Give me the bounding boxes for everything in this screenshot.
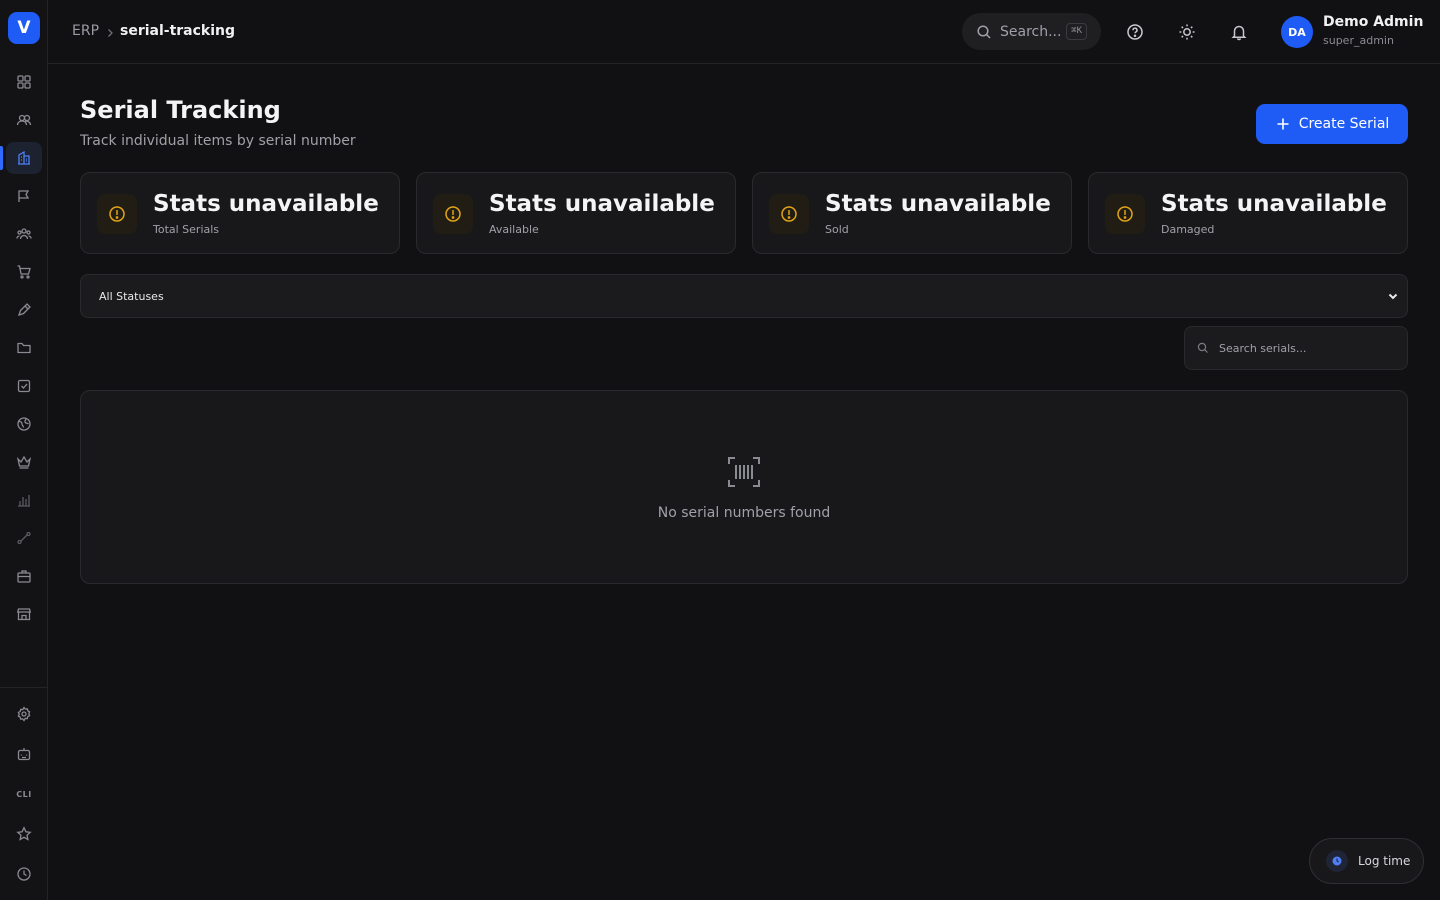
route-icon bbox=[17, 531, 31, 545]
sidebar-item-users[interactable] bbox=[6, 104, 42, 136]
sidebar-item-favorites[interactable] bbox=[6, 818, 42, 850]
stat-card-available: Stats unavailable Available bbox=[416, 172, 736, 254]
users-icon bbox=[16, 114, 32, 126]
sidebar-item-crown[interactable] bbox=[6, 446, 42, 478]
bell-icon bbox=[1231, 25, 1247, 41]
serials-empty-panel: No serial numbers found bbox=[80, 390, 1408, 584]
alert-circle-icon bbox=[1105, 194, 1145, 234]
search-icon bbox=[977, 24, 991, 39]
team-icon bbox=[16, 228, 32, 240]
alert-circle-icon bbox=[97, 194, 137, 234]
stat-card-total: Stats unavailable Total Serials bbox=[80, 172, 400, 254]
sun-icon bbox=[1179, 24, 1195, 40]
sidebar-item-settings[interactable] bbox=[6, 698, 42, 730]
search-shortcut: ⌘K bbox=[1066, 23, 1087, 40]
search-icon bbox=[1197, 342, 1208, 353]
sidebar-item-analytics[interactable] bbox=[6, 484, 42, 516]
sidebar-item-history[interactable] bbox=[6, 858, 42, 890]
global-search-label: Search... bbox=[1000, 23, 1062, 40]
stat-value: Stats unavailable bbox=[1161, 191, 1387, 217]
chevron-right-icon bbox=[104, 24, 116, 43]
serial-search-field[interactable] bbox=[1184, 326, 1408, 370]
log-time-label: Log time bbox=[1358, 854, 1411, 868]
alert-circle-icon bbox=[769, 194, 809, 234]
sidebar: V CLI bbox=[0, 0, 48, 900]
sidebar-item-store[interactable] bbox=[6, 598, 42, 630]
robot-icon bbox=[17, 748, 31, 761]
sidebar-item-folder[interactable] bbox=[6, 332, 42, 364]
buildings-icon bbox=[18, 150, 30, 165]
sidebar-item-flag[interactable] bbox=[6, 180, 42, 212]
alert-circle-icon bbox=[433, 194, 473, 234]
dashboard-icon bbox=[17, 75, 31, 89]
plus-icon bbox=[1277, 118, 1289, 130]
sidebar-item-route[interactable] bbox=[6, 522, 42, 554]
stat-value: Stats unavailable bbox=[153, 191, 379, 217]
settings-icon bbox=[17, 706, 31, 722]
stat-value: Stats unavailable bbox=[489, 191, 715, 217]
breadcrumb-root[interactable]: ERP bbox=[72, 23, 99, 39]
topbar: ERP serial-tracking Search... ⌘K DA Demo… bbox=[48, 0, 1440, 64]
barcode-icon bbox=[726, 454, 762, 494]
status-filter-select[interactable]: All Statuses bbox=[80, 274, 1408, 318]
help-button[interactable] bbox=[1122, 19, 1148, 45]
sidebar-item-cli[interactable]: CLI bbox=[6, 778, 42, 810]
star-icon bbox=[16, 826, 32, 841]
page-title: Serial Tracking bbox=[80, 96, 281, 124]
globe-icon bbox=[17, 417, 31, 431]
chevron-down-icon bbox=[1387, 290, 1399, 305]
checkbox-icon bbox=[17, 379, 31, 393]
stat-card-sold: Stats unavailable Sold bbox=[752, 172, 1072, 254]
crown-icon bbox=[16, 455, 32, 469]
stat-value: Stats unavailable bbox=[825, 191, 1051, 217]
status-filter-value: All Statuses bbox=[99, 289, 164, 303]
sidebar-item-team[interactable] bbox=[6, 218, 42, 250]
empty-state-message: No serial numbers found bbox=[657, 505, 831, 521]
help-icon bbox=[1127, 24, 1143, 40]
sidebar-item-buildings[interactable] bbox=[6, 142, 42, 174]
breadcrumb-current: serial-tracking bbox=[120, 23, 236, 39]
bar-chart-icon bbox=[18, 495, 30, 507]
sidebar-item-globe[interactable] bbox=[6, 408, 42, 440]
sidebar-item-pen[interactable] bbox=[6, 294, 42, 326]
stat-label: Available bbox=[489, 223, 539, 236]
stat-label: Sold bbox=[825, 223, 849, 236]
create-serial-label: Create Serial bbox=[1298, 116, 1390, 132]
sidebar-item-dashboard[interactable] bbox=[6, 66, 42, 98]
user-role: super_admin bbox=[1323, 34, 1394, 47]
log-time-button[interactable]: Log time bbox=[1309, 838, 1424, 884]
briefcase-icon bbox=[17, 570, 31, 583]
user-avatar[interactable]: DA bbox=[1281, 16, 1313, 48]
notifications-button[interactable] bbox=[1226, 19, 1252, 45]
user-name[interactable]: Demo Admin bbox=[1323, 14, 1423, 30]
stat-card-damaged: Stats unavailable Damaged bbox=[1088, 172, 1408, 254]
sidebar-item-tasks[interactable] bbox=[6, 370, 42, 402]
theme-toggle-button[interactable] bbox=[1174, 19, 1200, 45]
stat-label: Damaged bbox=[1161, 223, 1215, 236]
timer-icon bbox=[1326, 850, 1348, 872]
app-logo[interactable]: V bbox=[8, 12, 40, 44]
cart-icon bbox=[17, 265, 31, 279]
active-indicator bbox=[0, 146, 3, 170]
stat-label: Total Serials bbox=[153, 223, 220, 236]
store-icon bbox=[16, 608, 32, 621]
serial-search-input[interactable] bbox=[1219, 341, 1389, 355]
folder-icon bbox=[17, 342, 31, 354]
sidebar-item-robot[interactable] bbox=[6, 738, 42, 770]
page-subtitle: Track individual items by serial number bbox=[80, 133, 356, 149]
pen-icon bbox=[17, 303, 31, 317]
global-search-button[interactable]: Search... ⌘K bbox=[962, 13, 1101, 50]
sidebar-item-briefcase[interactable] bbox=[6, 560, 42, 592]
cli-label: CLI bbox=[16, 789, 32, 799]
sidebar-divider bbox=[0, 687, 48, 688]
flag-icon bbox=[18, 190, 30, 202]
create-serial-button[interactable]: Create Serial bbox=[1256, 104, 1408, 144]
sidebar-item-cart[interactable] bbox=[6, 256, 42, 288]
clock-icon bbox=[17, 867, 31, 881]
